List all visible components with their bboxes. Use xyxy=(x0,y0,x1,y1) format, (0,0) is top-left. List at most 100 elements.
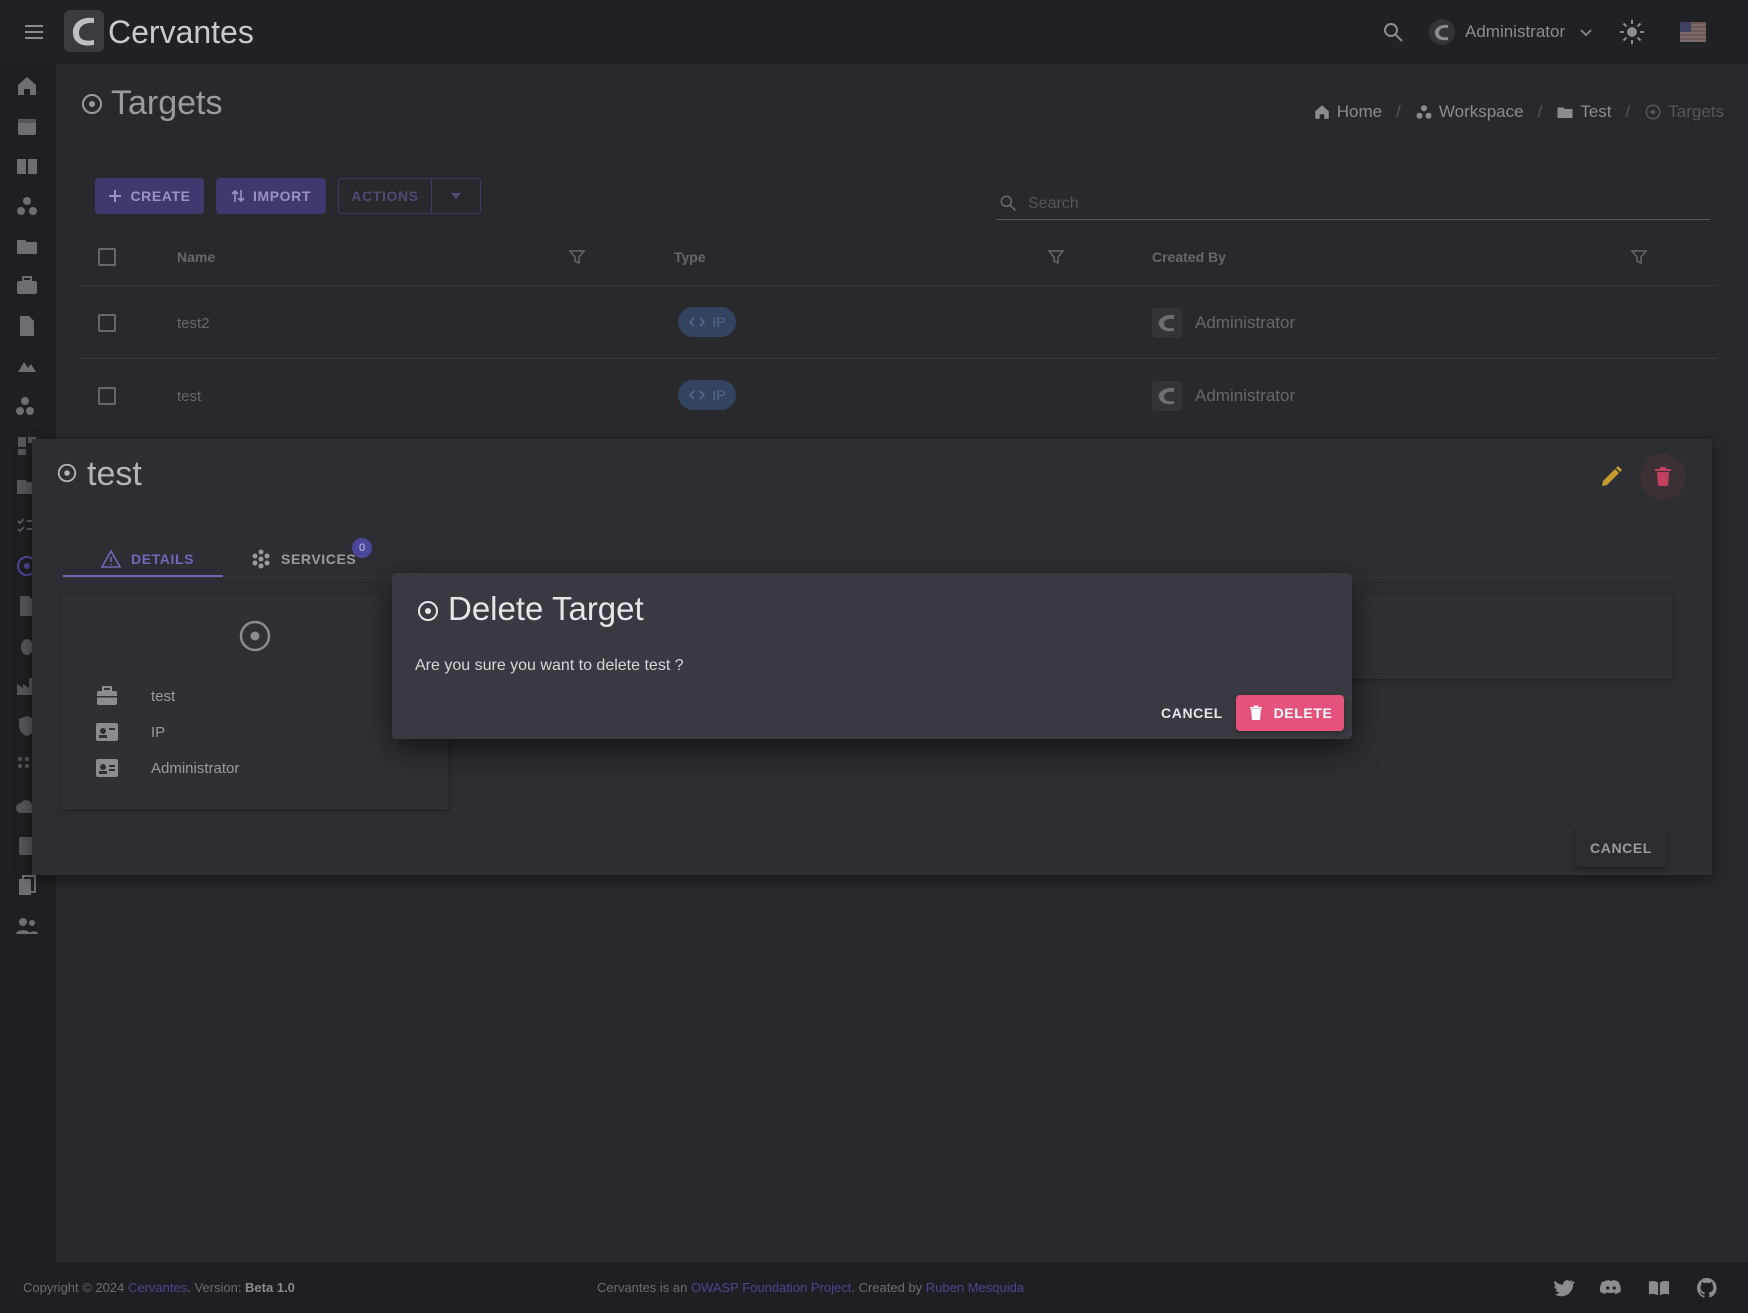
workspace-icon xyxy=(1415,103,1433,121)
page-title: Targets xyxy=(111,84,223,122)
users-icon[interactable] xyxy=(15,914,39,938)
panel-cancel-button[interactable]: CANCEL xyxy=(1575,829,1667,867)
footer: Copyright © 2024 Cervantes. Version: Bet… xyxy=(0,1262,1748,1313)
filter-icon[interactable] xyxy=(568,248,586,266)
user-avatar-icon[interactable] xyxy=(1428,18,1456,46)
table-cell-name[interactable]: test2 xyxy=(177,315,210,332)
calendar-icon[interactable] xyxy=(15,114,39,138)
table-cell-created-by: Administrator xyxy=(1195,386,1296,405)
breadcrumb-home[interactable]: Home xyxy=(1313,102,1382,122)
footer-copyright: Copyright © 2024 Cervantes. Version: Bet… xyxy=(23,1280,295,1295)
id-card-icon xyxy=(95,720,119,744)
breadcrumb-separator: / xyxy=(1625,102,1631,121)
row-checkbox[interactable] xyxy=(98,314,116,332)
trash-icon xyxy=(1248,705,1264,721)
column-header-name[interactable]: Name xyxy=(177,249,215,265)
target-creator-value: Administrator xyxy=(151,760,240,777)
breadcrumb-test[interactable]: Test xyxy=(1556,102,1612,122)
briefcase-icon[interactable] xyxy=(15,274,39,298)
column-header-type[interactable]: Type xyxy=(674,249,706,265)
book-icon[interactable] xyxy=(15,154,39,178)
target-name-value: test xyxy=(151,688,176,705)
discord-icon[interactable] xyxy=(1600,1277,1622,1299)
create-button[interactable]: CREATE xyxy=(95,178,204,214)
trash-icon xyxy=(1652,466,1674,488)
breadcrumb-workspace[interactable]: Workspace xyxy=(1415,102,1524,122)
search-input[interactable] xyxy=(1028,190,1688,218)
github-icon[interactable] xyxy=(1696,1277,1718,1299)
cervantes-logo-icon xyxy=(64,10,104,52)
row-checkbox[interactable] xyxy=(98,387,116,405)
detail-title: test xyxy=(87,455,142,493)
pencil-icon[interactable] xyxy=(1598,464,1624,490)
document-icon[interactable] xyxy=(15,314,39,338)
type-chip: IP xyxy=(678,307,736,337)
us-flag-icon[interactable] xyxy=(1680,22,1706,42)
select-all-checkbox[interactable] xyxy=(98,248,116,266)
table-cell-created-by: Administrator xyxy=(1195,313,1296,332)
user-avatar-icon xyxy=(1152,381,1182,411)
row-divider xyxy=(80,358,1718,359)
target-icon xyxy=(80,92,104,116)
active-tab-indicator xyxy=(63,575,223,577)
caret-down-icon xyxy=(451,193,461,199)
delete-target-button[interactable] xyxy=(1640,454,1686,500)
actions-button[interactable]: ACTIONS xyxy=(338,178,432,214)
confirm-delete-button[interactable]: DELETE xyxy=(1236,695,1344,731)
breadcrumb-separator: / xyxy=(1537,102,1543,121)
target-icon xyxy=(416,599,440,623)
column-header-created-by[interactable]: Created By xyxy=(1152,249,1226,265)
import-button[interactable]: IMPORT xyxy=(216,178,326,214)
services-count-badge: 0 xyxy=(352,538,372,558)
vault-icon[interactable] xyxy=(15,354,39,378)
plus-icon xyxy=(108,189,122,203)
dialog-title: Delete Target xyxy=(448,590,644,627)
tab-details[interactable]: DETAILS xyxy=(101,540,194,578)
type-chip: IP xyxy=(678,380,736,410)
target-type-value: IP xyxy=(151,724,166,741)
chevron-down-icon[interactable] xyxy=(1576,22,1596,42)
import-arrows-icon xyxy=(231,188,245,204)
search-field[interactable] xyxy=(996,190,1710,220)
user-name[interactable]: Administrator xyxy=(1465,22,1565,42)
footer-credits: Cervantes is an OWASP Foundation Project… xyxy=(597,1280,1025,1295)
filter-icon[interactable] xyxy=(1047,248,1065,266)
target-icon xyxy=(1644,103,1662,121)
workspaces-expand-icon[interactable] xyxy=(15,394,39,418)
breadcrumb: Home / Workspace / Test / Targets xyxy=(1313,102,1724,122)
brand-name[interactable]: Cervantes xyxy=(108,14,254,51)
owasp-link[interactable]: OWASP Foundation Project xyxy=(691,1280,851,1295)
cancel-button[interactable]: CANCEL xyxy=(1155,695,1229,731)
breadcrumb-targets: Targets xyxy=(1644,102,1724,122)
target-icon xyxy=(238,619,272,653)
docs-book-icon[interactable] xyxy=(1648,1277,1670,1299)
home-icon xyxy=(1313,103,1331,121)
contact-card-icon xyxy=(95,756,119,780)
author-link[interactable]: Ruben Mesquida xyxy=(926,1280,1024,1295)
dialog-message: Are you sure you want to delete test ? xyxy=(415,657,684,674)
row-divider xyxy=(80,285,1718,286)
menu-icon[interactable] xyxy=(22,20,46,44)
breadcrumb-separator: / xyxy=(1396,102,1401,121)
twitter-icon[interactable] xyxy=(1553,1277,1575,1299)
folder-icon[interactable] xyxy=(15,234,39,258)
copy-document-icon[interactable] xyxy=(15,874,39,898)
folder-icon xyxy=(1556,103,1574,121)
app-bar: Cervantes Administrator xyxy=(0,0,1748,64)
tab-services[interactable]: SERVICES xyxy=(251,540,356,578)
code-icon xyxy=(688,386,706,404)
warning-icon xyxy=(101,549,121,569)
user-avatar-icon xyxy=(1152,308,1182,338)
services-icon xyxy=(251,549,271,569)
search-icon[interactable] xyxy=(1381,20,1405,44)
home-icon[interactable] xyxy=(15,74,39,98)
search-icon xyxy=(998,193,1018,213)
actions-dropdown-button[interactable] xyxy=(431,178,481,214)
table-cell-name[interactable]: test xyxy=(177,388,201,405)
workspace-icon[interactable] xyxy=(15,194,39,218)
version-value: Beta 1.0 xyxy=(245,1280,295,1295)
briefcase-icon xyxy=(95,684,119,708)
sun-icon[interactable] xyxy=(1619,19,1645,45)
cervantes-link[interactable]: Cervantes xyxy=(128,1280,187,1295)
filter-icon[interactable] xyxy=(1630,248,1648,266)
